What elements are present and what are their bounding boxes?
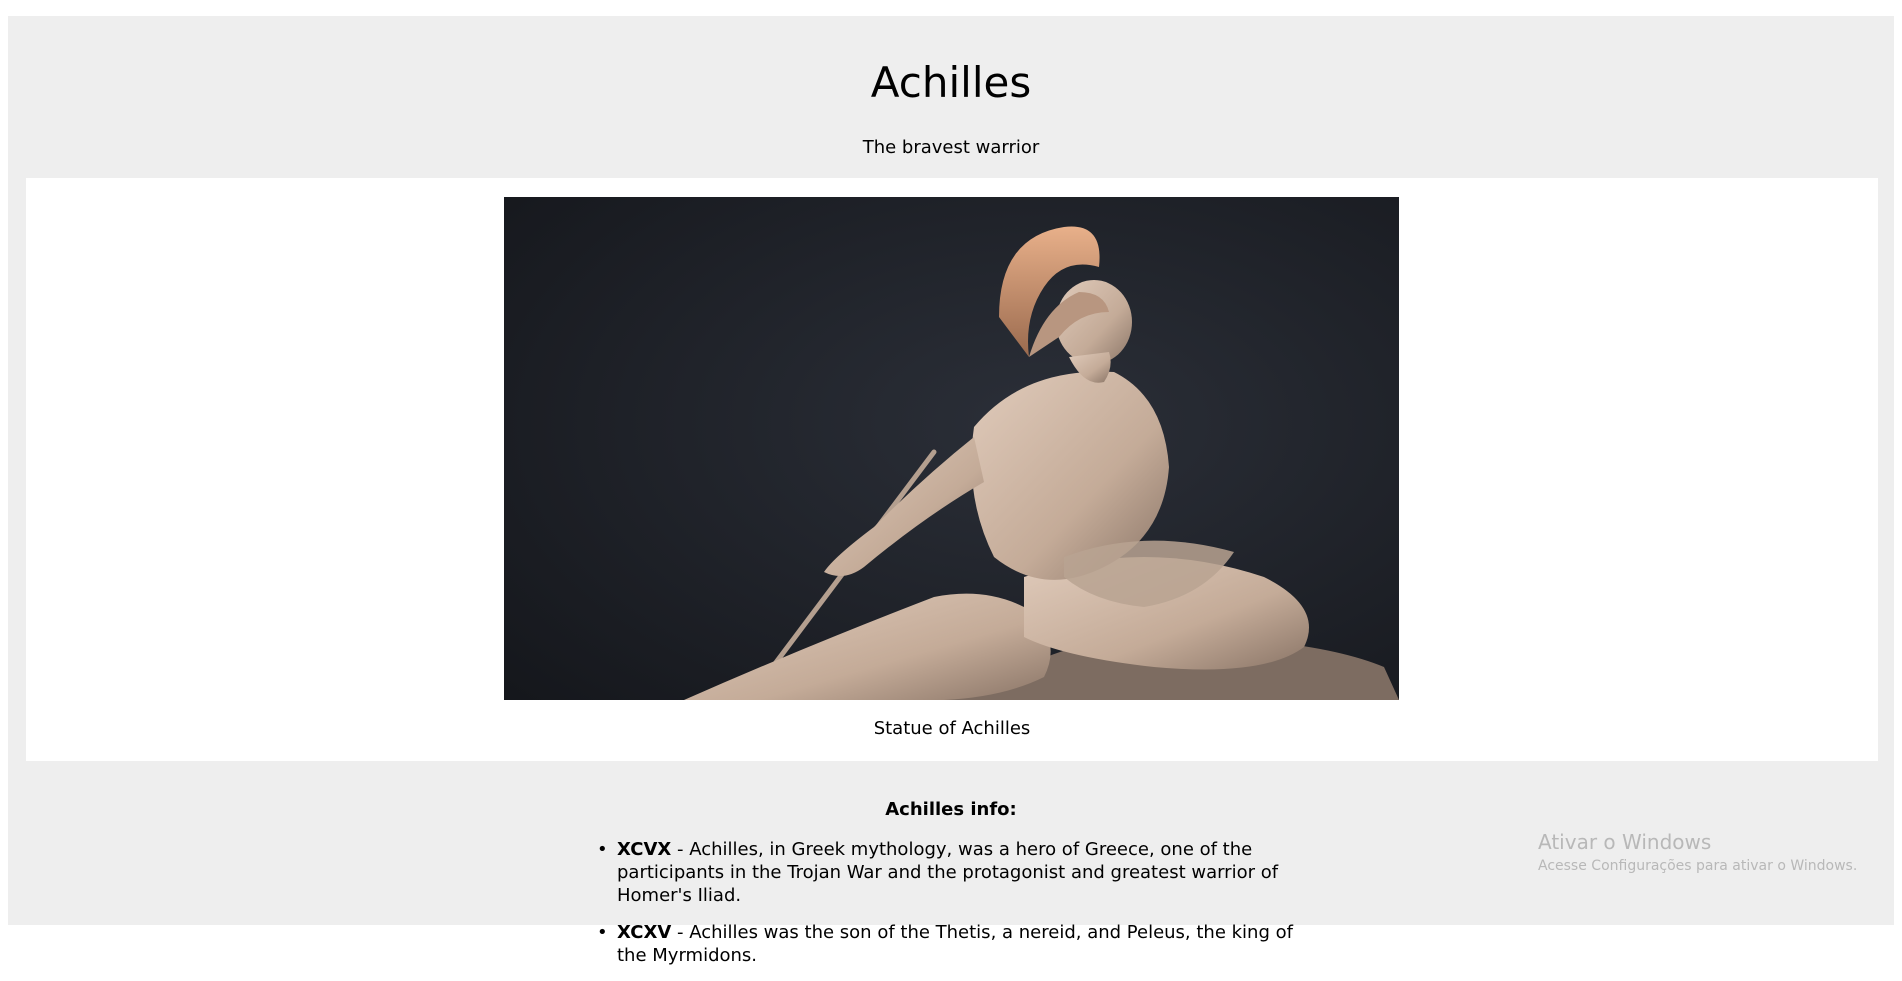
- image-caption: Statue of Achilles: [873, 718, 1031, 739]
- page-subtitle: The bravest warrior: [862, 137, 1040, 158]
- fact-text: - Achilles, in Greek mythology, was a he…: [617, 839, 1279, 906]
- list-item: XCVX - Achilles, in Greek mythology, was…: [593, 838, 1323, 907]
- page-title: Achilles: [870, 58, 1032, 107]
- watermark-title: Ativar o Windows: [1538, 830, 1712, 854]
- fact-term: XCXV: [617, 922, 672, 943]
- info-list: XCVX - Achilles, in Greek mythology, was…: [593, 838, 1323, 981]
- achilles-statue-image: [504, 197, 1399, 700]
- info-heading: Achilles info:: [885, 799, 1017, 820]
- tribute-page: Achilles The bravest warrior Statue of A…: [8, 16, 1894, 966]
- image-figure: Statue of Achilles: [26, 178, 1878, 761]
- fact-term: XCVX: [617, 839, 672, 860]
- list-item: XCXV - Achilles was the son of the Theti…: [593, 921, 1323, 967]
- watermark-subtitle: Acesse Configurações para ativar o Windo…: [1538, 858, 1858, 874]
- windows-activation-watermark: Ativar o Windows Acesse Configurações pa…: [1538, 830, 1857, 874]
- fact-text: - Achilles was the son of the Thetis, a …: [617, 922, 1293, 966]
